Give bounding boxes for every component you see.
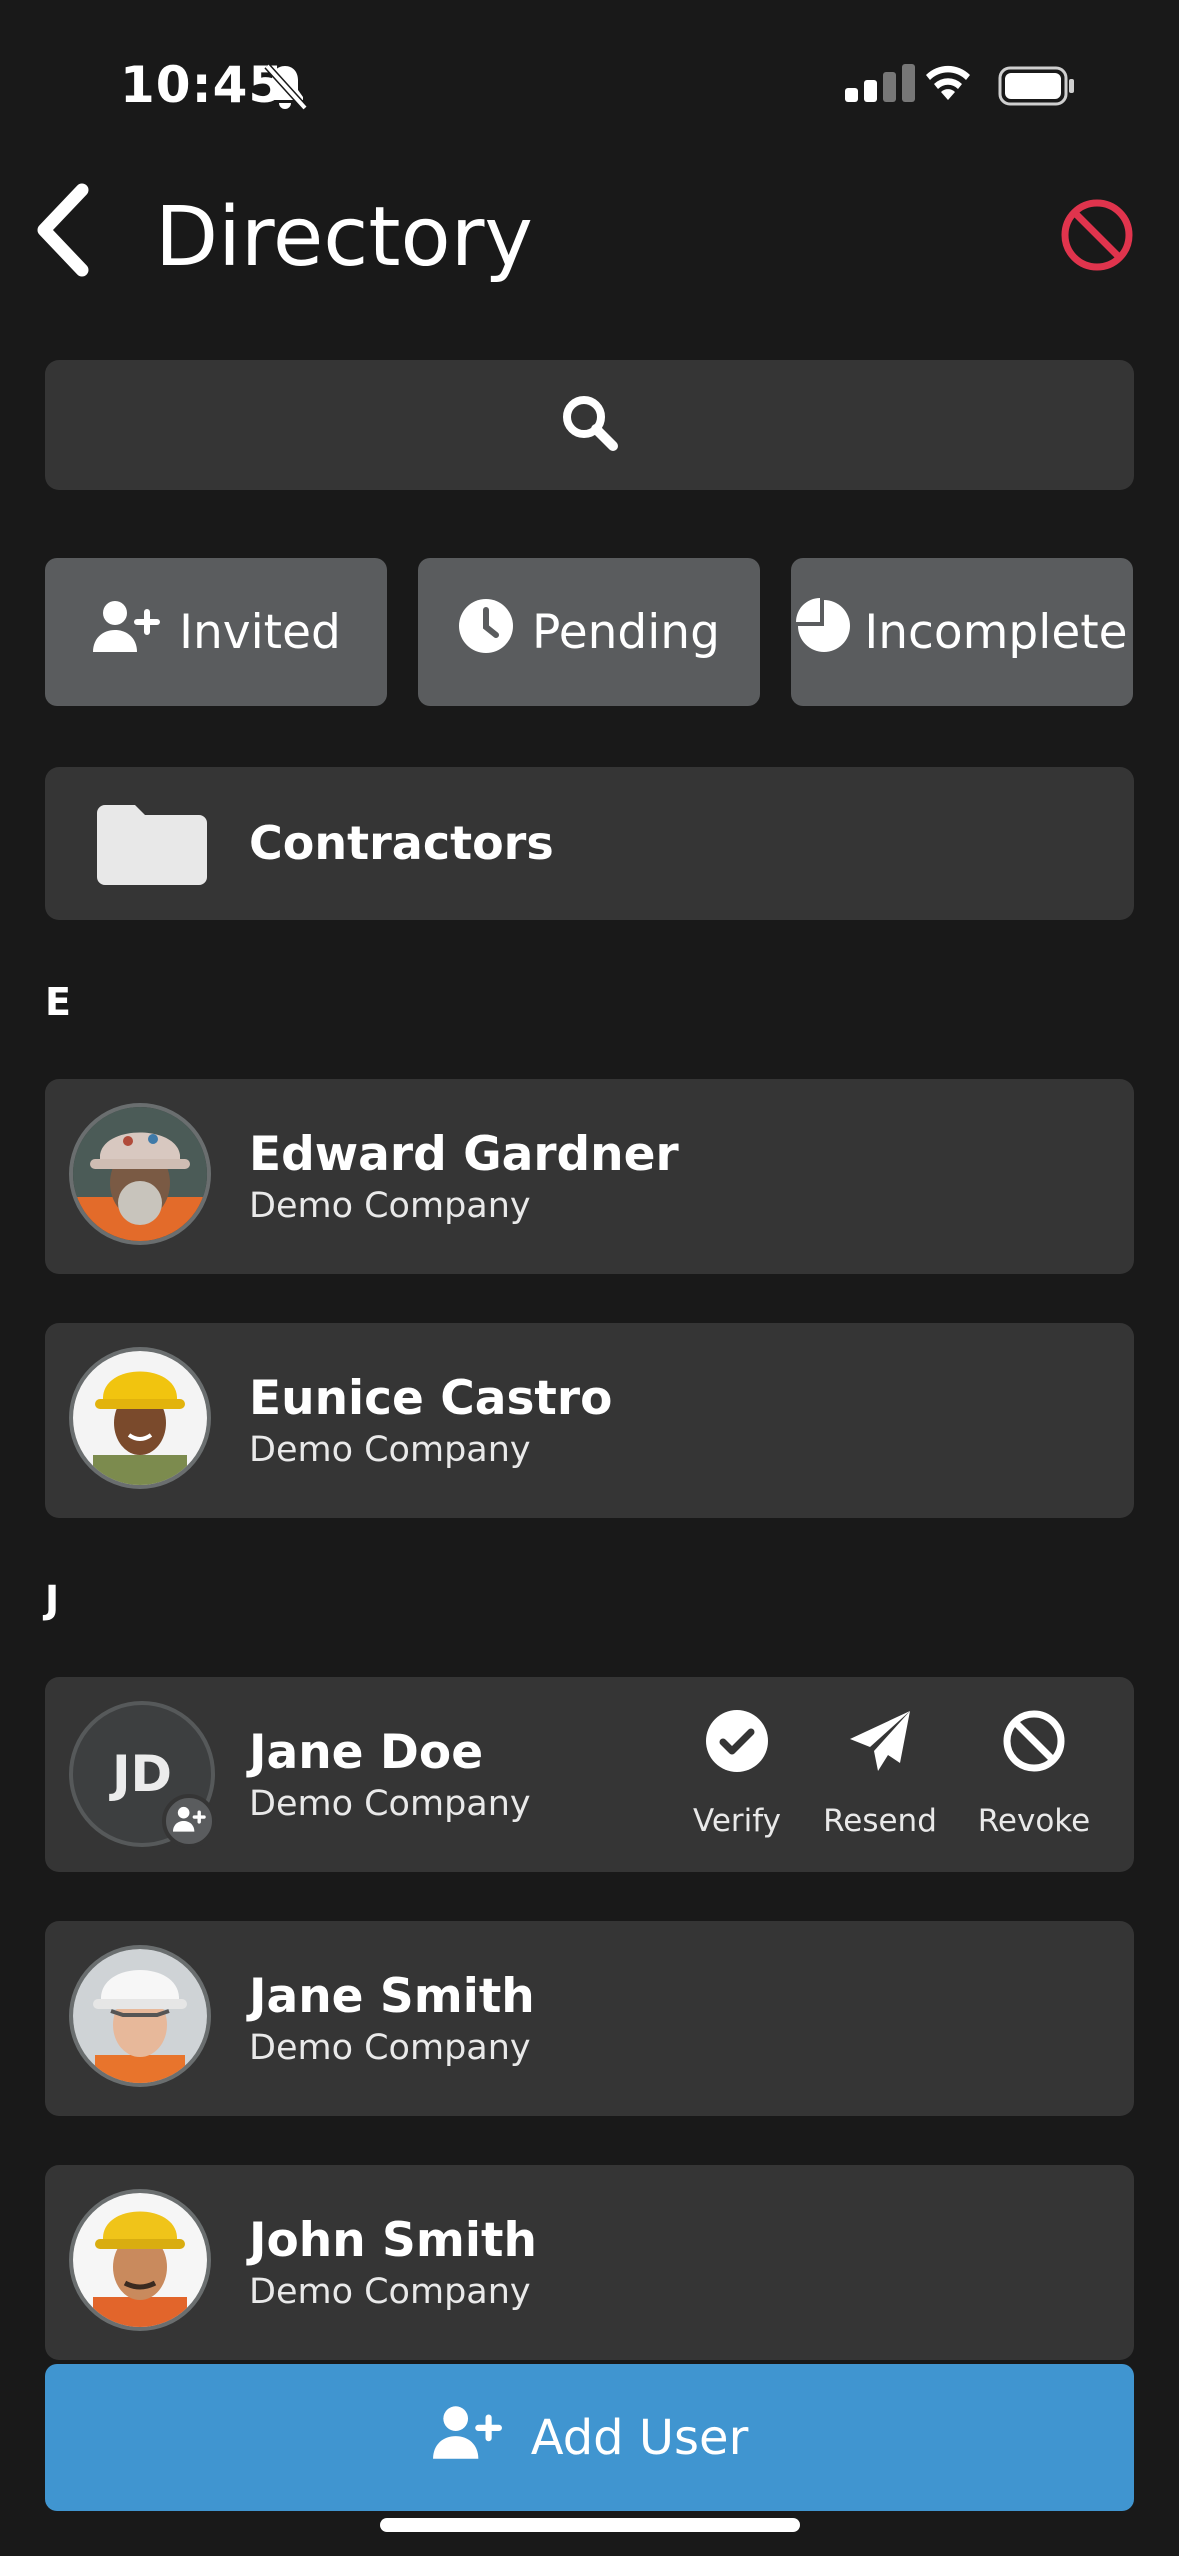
block-icon <box>1058 199 1136 278</box>
status-time: 10:45 <box>120 56 285 114</box>
pie-icon <box>796 598 852 666</box>
back-button[interactable] <box>30 180 100 284</box>
avatar <box>69 1347 211 1489</box>
section-header: J <box>45 1578 60 1622</box>
user-company: Demo Company <box>249 1186 531 1226</box>
folder-icon <box>97 803 207 889</box>
user-company: Demo Company <box>249 1784 531 1824</box>
verify-label: Verify <box>693 1803 781 1839</box>
user-company: Demo Company <box>249 2272 531 2312</box>
user-name: Edward Gardner <box>249 1127 679 1182</box>
resend-button[interactable]: Resend <box>815 1709 945 1839</box>
block-button[interactable] <box>1058 196 1136 278</box>
clock-icon <box>458 598 514 666</box>
user-name: Jane Smith <box>249 1969 535 2024</box>
signal-icon <box>845 64 915 102</box>
filter-invited-button[interactable]: Invited <box>45 558 387 706</box>
paper-plane-icon <box>848 1709 912 1781</box>
block-icon <box>1002 1709 1066 1781</box>
folder-contractors[interactable]: Contractors <box>45 767 1134 920</box>
avatar <box>69 1945 211 2087</box>
filter-pending-label: Pending <box>532 604 720 660</box>
folder-label: Contractors <box>249 816 554 870</box>
home-indicator[interactable] <box>380 2518 800 2532</box>
user-company: Demo Company <box>249 1430 531 1470</box>
user-row-john-smith[interactable]: John Smith Demo Company <box>45 2165 1134 2360</box>
user-name: John Smith <box>249 2213 537 2268</box>
wifi-icon <box>920 60 976 106</box>
invite-badge <box>162 1794 216 1848</box>
user-row-eunice-castro[interactable]: Eunice Castro Demo Company <box>45 1323 1134 1518</box>
filter-incomplete-button[interactable]: Incomplete <box>791 558 1133 706</box>
user-row-edward-gardner[interactable]: Edward Gardner Demo Company <box>45 1079 1134 1274</box>
user-company: Demo Company <box>249 2028 531 2068</box>
avatar <box>69 1103 211 1245</box>
revoke-label: Revoke <box>977 1803 1091 1839</box>
user-row-jane-doe[interactable]: JD Jane Doe Demo Company Verify Resend R… <box>45 1677 1134 1872</box>
check-circle-icon <box>705 1709 769 1781</box>
filter-incomplete-label: Incomplete <box>864 604 1128 660</box>
user-name: Jane Doe <box>249 1725 484 1780</box>
add-user-label: Add User <box>530 2409 749 2466</box>
battery-icon <box>998 66 1074 106</box>
search-input[interactable] <box>45 360 1134 490</box>
user-plus-icon <box>172 1805 206 1837</box>
page-title: Directory <box>155 190 533 285</box>
search-icon <box>559 392 621 458</box>
user-plus-icon <box>91 598 161 666</box>
resend-label: Resend <box>823 1803 937 1839</box>
user-name: Eunice Castro <box>249 1371 613 1426</box>
user-row-jane-smith[interactable]: Jane Smith Demo Company <box>45 1921 1134 2116</box>
bell-slash-icon <box>262 62 308 116</box>
add-user-button[interactable]: Add User <box>45 2364 1134 2511</box>
section-header: E <box>45 980 71 1024</box>
avatar <box>69 2189 211 2331</box>
chevron-left-icon <box>30 183 100 284</box>
filter-pending-button[interactable]: Pending <box>418 558 760 706</box>
verify-button[interactable]: Verify <box>672 1709 802 1839</box>
user-plus-icon <box>431 2403 503 2473</box>
filter-invited-label: Invited <box>179 604 341 660</box>
revoke-button[interactable]: Revoke <box>969 1709 1099 1839</box>
